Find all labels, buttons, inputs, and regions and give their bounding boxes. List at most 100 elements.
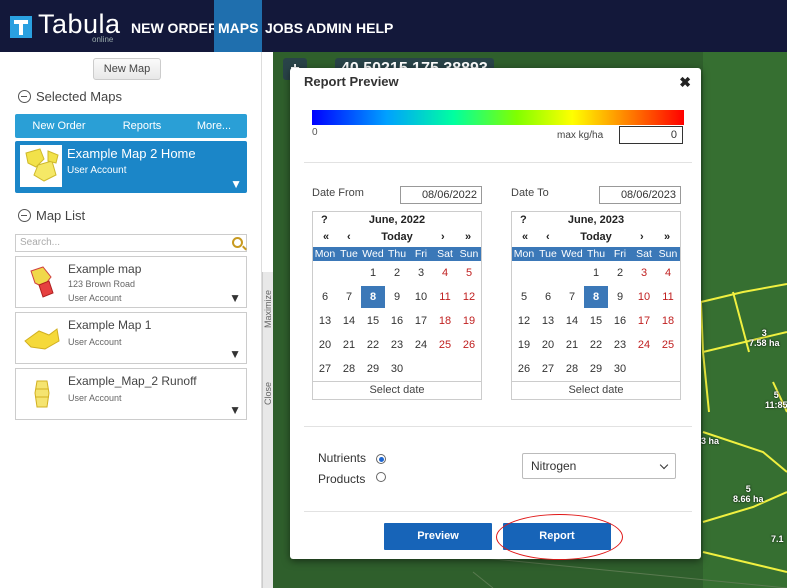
help-icon[interactable]: ? [520, 214, 527, 226]
today-button[interactable]: Today [373, 231, 421, 243]
calendar-day[interactable]: 28 [560, 358, 584, 380]
calendar-day[interactable]: 14 [337, 310, 361, 332]
calendar-day[interactable]: 23 [385, 334, 409, 356]
preview-button[interactable]: Preview [384, 523, 492, 550]
calendar-day[interactable]: 4 [656, 262, 680, 284]
calendar-day[interactable]: 7 [560, 286, 584, 308]
today-button[interactable]: Today [572, 231, 620, 243]
next-year-button[interactable]: » [465, 231, 471, 243]
calendar-day[interactable]: 26 [512, 358, 536, 380]
calendar-day[interactable]: 17 [409, 310, 433, 332]
calendar-day[interactable]: 12 [512, 310, 536, 332]
calendar-day[interactable]: 27 [313, 358, 337, 380]
calendar-day[interactable]: 9 [608, 286, 632, 308]
calendar-day[interactable]: 23 [608, 334, 632, 356]
calendar-day[interactable]: 5 [457, 262, 481, 284]
prev-year-button[interactable]: « [323, 231, 329, 243]
close-tab[interactable]: Close [263, 382, 273, 405]
more-tab[interactable]: More... [181, 114, 247, 138]
calendar-day[interactable]: 4 [433, 262, 457, 284]
collapse-icon[interactable] [18, 209, 31, 222]
calendar-day[interactable]: 29 [361, 358, 385, 380]
calendar-day[interactable]: 6 [313, 286, 337, 308]
calendar-day[interactable]: 14 [560, 310, 584, 332]
calendar-day[interactable]: 9 [385, 286, 409, 308]
date-to-input[interactable]: 08/06/2023 [599, 186, 681, 204]
calendar-day[interactable]: 20 [313, 334, 337, 356]
calendar-day[interactable]: 2 [608, 262, 632, 284]
calendar-day[interactable]: 6 [536, 286, 560, 308]
prev-month-button[interactable]: ‹ [546, 231, 550, 243]
help-icon[interactable]: ? [321, 214, 328, 226]
nutrients-radio[interactable] [376, 454, 386, 464]
next-year-button[interactable]: » [664, 231, 670, 243]
nav-new-order[interactable]: NEW ORDER [127, 0, 222, 52]
search-icon[interactable] [232, 237, 243, 248]
nav-jobs[interactable]: JOBS [261, 0, 307, 52]
calendar-day[interactable]: 5 [512, 286, 536, 308]
calendar-day[interactable]: 17 [632, 310, 656, 332]
map-list-item[interactable]: Example_Map_2 Runoff User Account ▼ [15, 368, 247, 420]
calendar-day[interactable]: 25 [656, 334, 680, 356]
max-kg-ha-input[interactable]: 0 [619, 126, 683, 144]
next-month-button[interactable]: › [441, 231, 445, 243]
selected-maps-heading[interactable]: Selected Maps [18, 88, 122, 104]
selected-day[interactable]: 8 [584, 286, 608, 308]
calendar-day[interactable]: 2 [385, 262, 409, 284]
calendar-day[interactable]: 30 [385, 358, 409, 380]
map-search-input[interactable]: Search... [15, 234, 247, 252]
calendar-day[interactable]: 29 [584, 358, 608, 380]
map-list-item[interactable]: Example Map 1 User Account ▼ [15, 312, 247, 364]
expand-caret-icon[interactable]: ▼ [229, 347, 241, 361]
reports-tab[interactable]: Reports [103, 114, 181, 138]
calendar-day[interactable]: 21 [337, 334, 361, 356]
calendar-day[interactable]: 20 [536, 334, 560, 356]
products-radio[interactable] [376, 472, 386, 482]
calendar-day[interactable]: 25 [433, 334, 457, 356]
map-list-heading[interactable]: Map List [18, 207, 85, 223]
calendar-day[interactable]: 11 [656, 286, 680, 308]
prev-year-button[interactable]: « [522, 231, 528, 243]
calendar-day[interactable]: 1 [361, 262, 385, 284]
calendar-day[interactable]: 7 [337, 286, 361, 308]
collapse-icon[interactable] [18, 90, 31, 103]
calendar-day[interactable]: 16 [385, 310, 409, 332]
selected-day[interactable]: 8 [361, 286, 385, 308]
calendar-day[interactable]: 22 [361, 334, 385, 356]
calendar-day[interactable]: 15 [584, 310, 608, 332]
calendar-day[interactable]: 10 [632, 286, 656, 308]
next-month-button[interactable]: › [640, 231, 644, 243]
expand-caret-icon[interactable]: ▼ [229, 291, 241, 305]
expand-caret-icon[interactable]: ▼ [230, 177, 242, 191]
prev-month-button[interactable]: ‹ [347, 231, 351, 243]
calendar-day[interactable]: 10 [409, 286, 433, 308]
calendar-day[interactable]: 28 [337, 358, 361, 380]
new-order-tab[interactable]: New Order [15, 114, 103, 138]
calendar-day[interactable]: 18 [656, 310, 680, 332]
calendar-day[interactable]: 3 [409, 262, 433, 284]
map-list-item[interactable]: Example map 123 Brown Road User Account … [15, 256, 247, 308]
calendar-day[interactable]: 18 [433, 310, 457, 332]
calendar-day[interactable]: 13 [313, 310, 337, 332]
new-map-button[interactable]: New Map [93, 58, 161, 80]
selected-map-card[interactable]: Example Map 2 Home User Account ▼ [15, 141, 247, 193]
calendar-day[interactable]: 16 [608, 310, 632, 332]
calendar-day[interactable]: 15 [361, 310, 385, 332]
calendar-day[interactable]: 27 [536, 358, 560, 380]
calendar-day[interactable]: 11 [433, 286, 457, 308]
calendar-day[interactable]: 3 [632, 262, 656, 284]
calendar-day[interactable]: 30 [608, 358, 632, 380]
nav-maps[interactable]: MAPS [214, 0, 263, 52]
expand-caret-icon[interactable]: ▼ [229, 403, 241, 417]
nav-admin[interactable]: ADMIN [302, 0, 356, 52]
calendar-day[interactable]: 19 [457, 310, 481, 332]
close-icon[interactable]: ✖ [679, 74, 691, 91]
calendar-day[interactable]: 13 [536, 310, 560, 332]
calendar-day[interactable]: 12 [457, 286, 481, 308]
maximize-tab[interactable]: Maximize [263, 290, 273, 328]
calendar-day[interactable]: 26 [457, 334, 481, 356]
calendar-day[interactable]: 24 [409, 334, 433, 356]
date-from-input[interactable]: 08/06/2022 [400, 186, 482, 204]
calendar-day[interactable]: 24 [632, 334, 656, 356]
nav-help[interactable]: HELP [352, 0, 397, 52]
